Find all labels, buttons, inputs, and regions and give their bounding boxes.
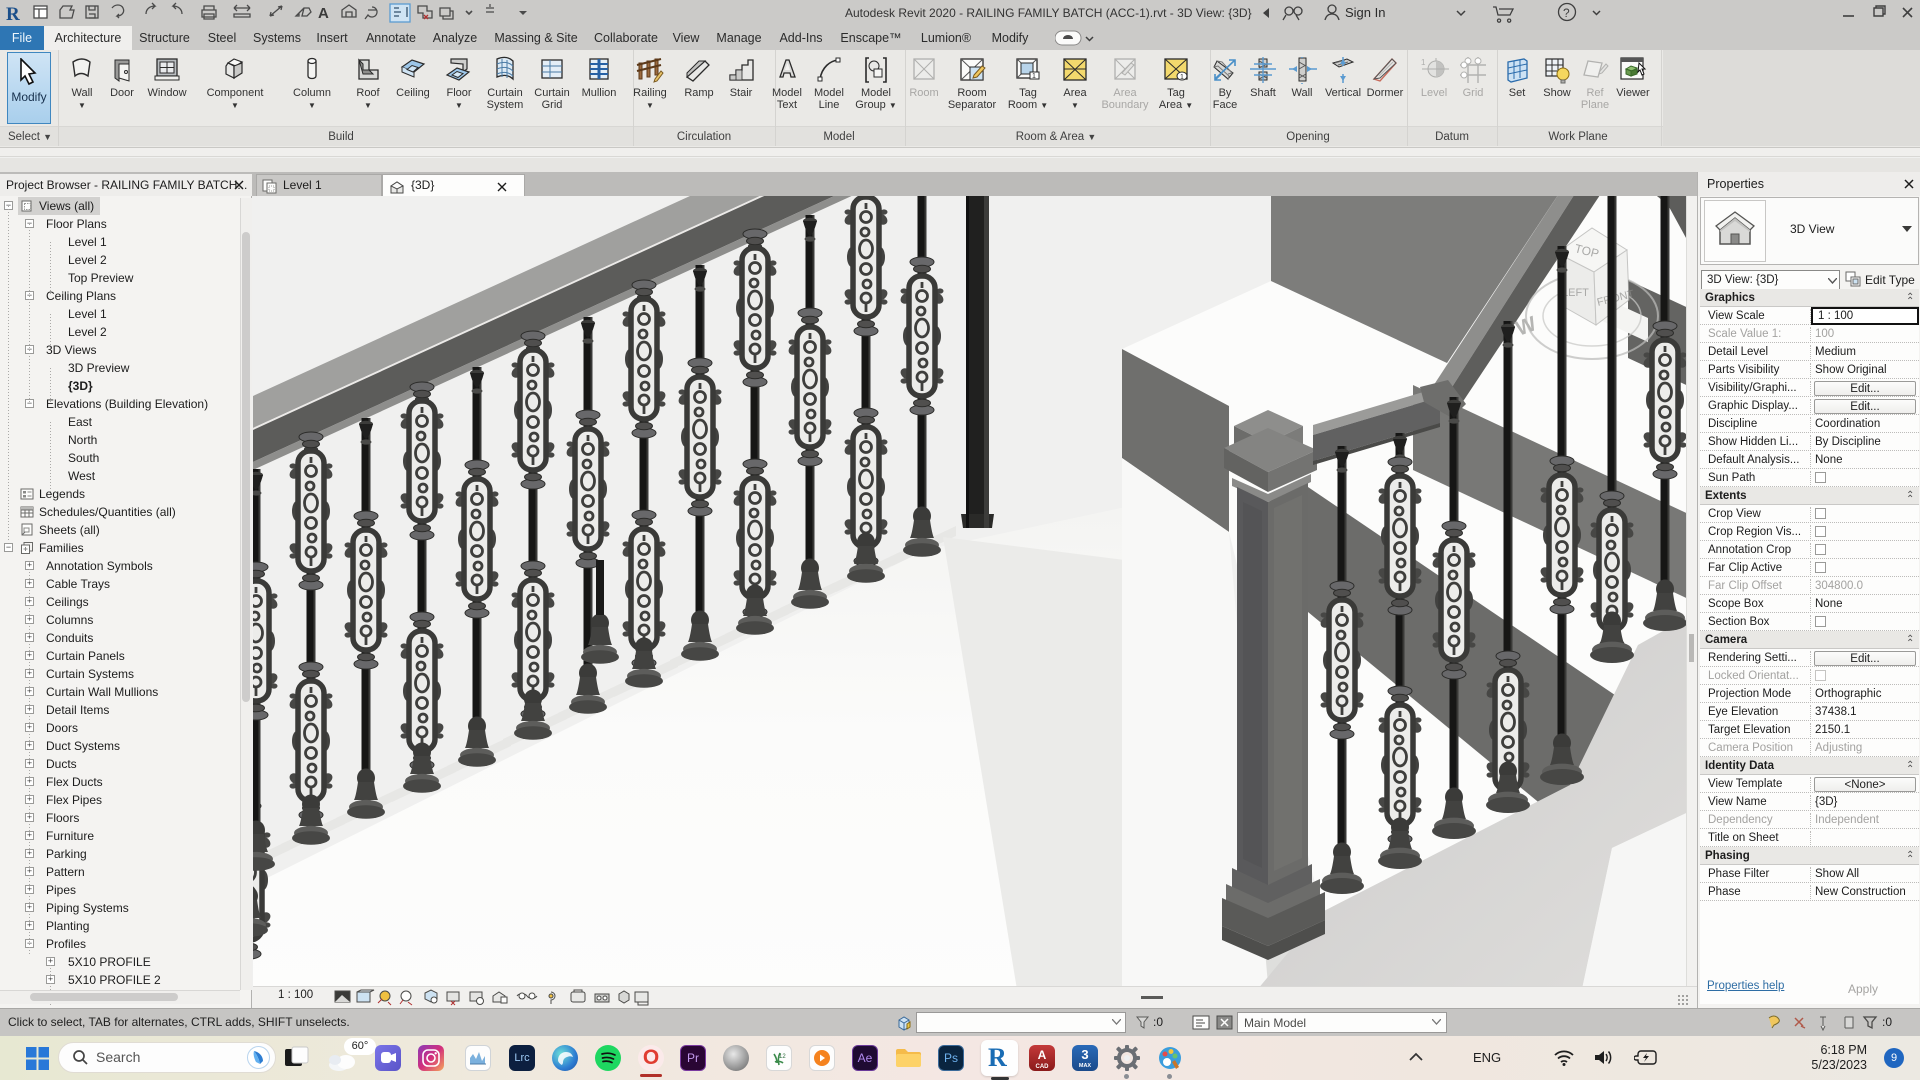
svg-text:Sign In: Sign In — [1345, 5, 1385, 20]
svg-text:1: 1 — [1180, 74, 1184, 81]
svg-text:R: R — [6, 4, 20, 25]
svg-text:1: 1 — [1421, 58, 1426, 67]
svg-text:12: 12 — [779, 1054, 786, 1060]
svg-text:?: ? — [1563, 6, 1570, 20]
svg-text:A: A — [318, 5, 329, 22]
svg-text:1: 1 — [1032, 73, 1036, 80]
